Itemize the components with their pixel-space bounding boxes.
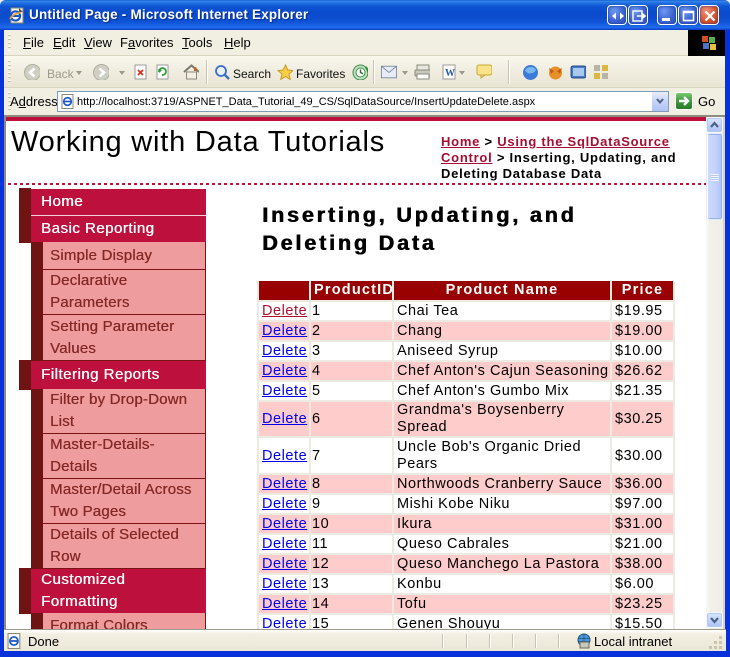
svg-text:W: W [445,68,455,79]
